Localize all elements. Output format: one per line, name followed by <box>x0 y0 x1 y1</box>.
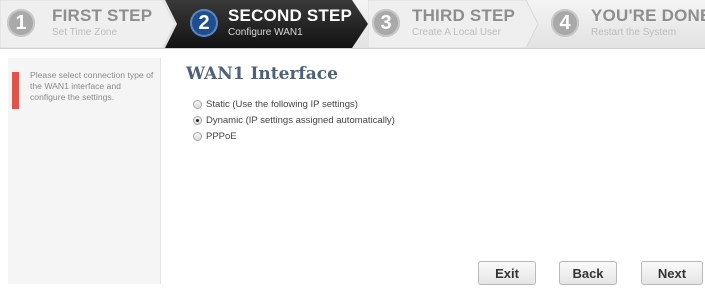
page-title: WAN1 Interface <box>186 64 338 84</box>
option-label: Dynamic (IP settings assigned automatica… <box>206 114 395 126</box>
exit-button[interactable]: Exit <box>478 261 536 285</box>
step-number-badge: 2 <box>190 9 218 37</box>
step-subtitle: Create A Local User <box>412 27 501 38</box>
step-done: 4 YOU'RE DONE Restart the System <box>548 0 705 48</box>
next-button[interactable]: Next <box>641 261 703 285</box>
sidebar-hint-text: Please select connection type of the WAN… <box>30 70 154 102</box>
step-number-badge: 3 <box>372 9 400 37</box>
step-subtitle: Set Time Zone <box>52 27 118 38</box>
option-pppoe[interactable]: PPPoE <box>193 128 395 144</box>
option-label: PPPoE <box>206 130 237 142</box>
step-first: 1 FIRST STEP Set Time Zone <box>0 0 175 48</box>
sidebar-accent-bar <box>12 72 19 109</box>
step-third: 3 THIRD STEP Create A Local User <box>368 0 538 48</box>
step-second: 2 SECOND STEP Configure WAN1 <box>165 0 370 48</box>
step-subtitle: Configure WAN1 <box>228 27 303 38</box>
step-title: SECOND STEP <box>228 6 353 25</box>
step-title: FIRST STEP <box>52 6 153 25</box>
step-number-badge: 1 <box>7 9 35 37</box>
connection-type-options: Static (Use the following IP settings) D… <box>193 96 395 144</box>
dynamic-radio[interactable] <box>193 115 202 125</box>
step-title: YOU'RE DONE <box>591 6 705 25</box>
option-dynamic[interactable]: Dynamic (IP settings assigned automatica… <box>193 112 395 128</box>
step-number-badge: 4 <box>551 9 579 37</box>
back-button[interactable]: Back <box>559 261 617 285</box>
step-subtitle: Restart the System <box>591 27 677 38</box>
pppoe-radio[interactable] <box>193 131 202 141</box>
static-radio[interactable] <box>193 99 202 109</box>
step-title: THIRD STEP <box>412 6 516 25</box>
help-sidebar: Please select connection type of the WAN… <box>8 58 161 284</box>
option-static[interactable]: Static (Use the following IP settings) <box>193 96 395 112</box>
wizard-step-bar: 1 FIRST STEP Set Time Zone 2 SECOND STEP… <box>0 0 705 49</box>
option-label: Static (Use the following IP settings) <box>206 98 358 110</box>
main-panel: WAN1 Interface Static (Use the following… <box>161 58 705 284</box>
